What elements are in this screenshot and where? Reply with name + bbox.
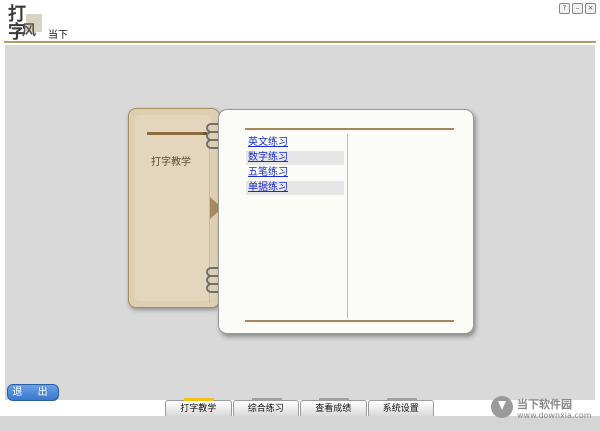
tab-label: 打字教学 [180, 404, 217, 414]
menu-item-english[interactable]: 英文练习 [246, 136, 344, 150]
page-divider [347, 134, 348, 318]
close-icon[interactable]: × [585, 3, 596, 14]
help-icon[interactable]: ? [559, 3, 570, 14]
page-bottom-rule [245, 320, 454, 322]
practice-menu: 英文练习 数字练习 五笔练习 单据练习 [246, 136, 344, 196]
book-page: 英文练习 数字练习 五笔练习 单据练习 [218, 109, 474, 334]
minimize-icon[interactable]: – [572, 3, 583, 14]
watermark: 当下软件园 www.downxia.com [491, 394, 592, 426]
watermark-name: 当下软件园 [517, 398, 572, 411]
cover-title: 打字教学 [151, 157, 191, 168]
title-divider [4, 41, 596, 43]
tab-label: 系统设置 [382, 404, 419, 414]
menu-item-wubi[interactable]: 五笔练习 [246, 166, 344, 180]
app-logo: 打字 风 [8, 6, 42, 42]
exit-button[interactable]: 退 出 [7, 384, 59, 401]
menu-item-documents[interactable]: 单据练习 [246, 181, 344, 195]
tab-marker [251, 398, 282, 401]
download-icon [491, 396, 513, 418]
tab-label: 综合练习 [247, 404, 284, 414]
tab-label: 查看成绩 [315, 404, 352, 414]
tab-marker [386, 398, 417, 401]
tab-marker [319, 398, 349, 401]
title-bar: 打字 风 当下 ? – × [0, 0, 600, 44]
cover-stripe [147, 132, 203, 135]
page-top-rule [245, 128, 454, 130]
logo-sub-text: 风 [22, 23, 36, 39]
app-title: 当下 [48, 30, 68, 41]
cover-panel: 打字教学 [135, 115, 211, 303]
bottom-tabs: 打字教学 综合练习 查看成绩 系统设置 [165, 398, 435, 418]
tab-marker [184, 398, 214, 401]
watermark-url: www.downxia.com [517, 411, 592, 420]
window-controls: ? – × [559, 3, 596, 14]
menu-item-numbers[interactable]: 数字练习 [246, 151, 344, 165]
main-stage: 打字教学 英文练习 数字练习 五笔练习 单据练习 [5, 45, 595, 400]
